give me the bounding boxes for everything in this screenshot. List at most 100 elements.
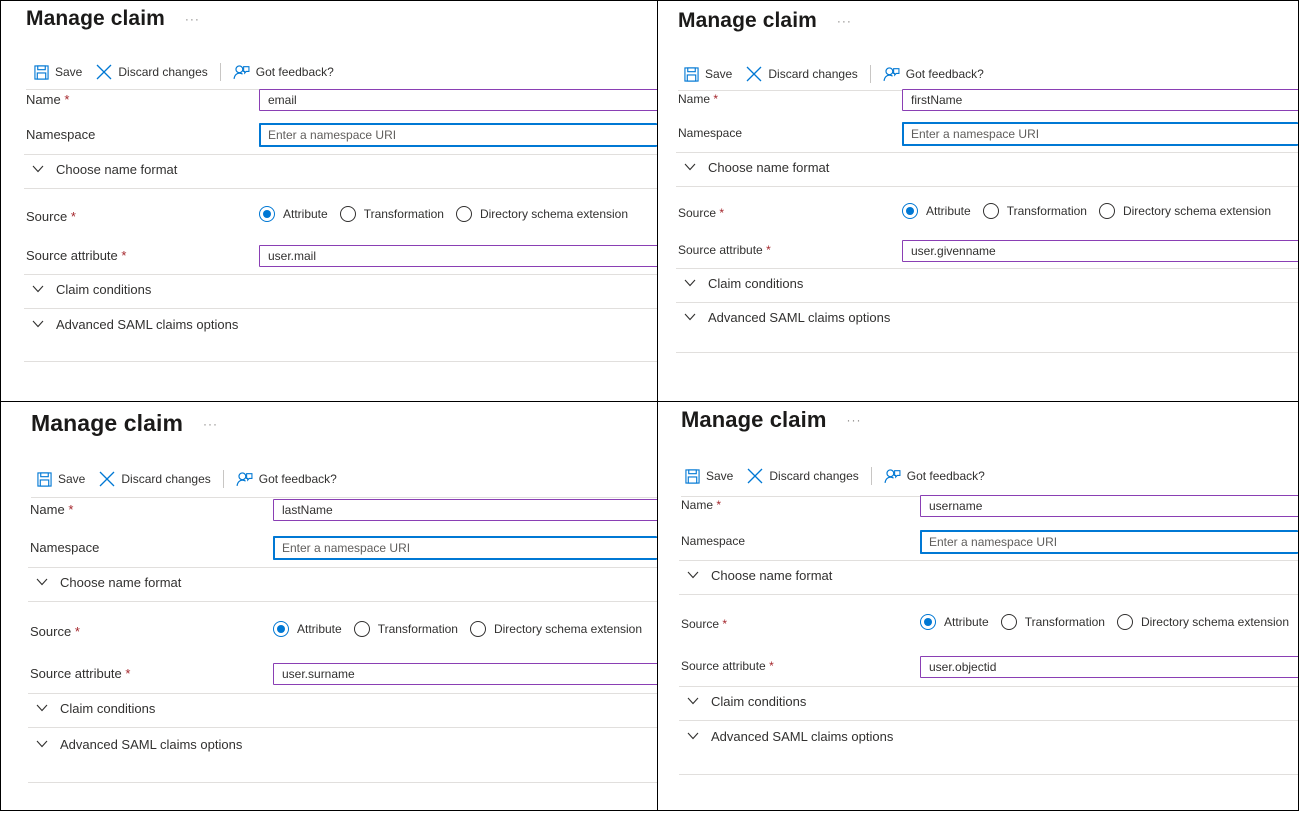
name-input[interactable]: username — [920, 495, 1298, 517]
radio-transformation[interactable]: Transformation — [982, 203, 1087, 219]
radio-directory-schema-extension[interactable]: Directory schema extension — [455, 206, 629, 222]
claim-conditions-toggle[interactable]: Claim conditions — [664, 276, 1298, 291]
discard-changes-button[interactable]: Discard changes — [96, 64, 208, 80]
manage-claim-panel-username: Manage claim ··· Save Discard changes Go… — [657, 401, 1299, 811]
radio-attribute[interactable]: Attribute — [920, 614, 989, 630]
advanced-saml-options-label: Advanced SAML claims options — [711, 729, 894, 744]
choose-name-format-toggle[interactable]: Choose name format — [12, 162, 657, 177]
save-button[interactable]: Save — [37, 471, 86, 487]
namespace-input[interactable]: Enter a namespace URI — [259, 123, 657, 147]
advanced-saml-options-toggle[interactable]: Advanced SAML claims options — [12, 317, 657, 332]
discard-changes-button[interactable]: Discard changes — [747, 468, 859, 484]
section-divider — [24, 308, 657, 309]
radio-transformation[interactable]: Transformation — [339, 206, 444, 222]
section-divider — [676, 152, 1298, 153]
radio-selected-icon — [273, 621, 289, 637]
discard-changes-button[interactable]: Discard changes — [99, 471, 211, 487]
source-radio-group: Attribute Transformation Directory schem… — [273, 621, 654, 637]
section-divider — [679, 774, 1298, 775]
namespace-label: Namespace — [681, 534, 746, 548]
name-label: Name * — [681, 498, 721, 512]
radio-directory-schema-extension[interactable]: Directory schema extension — [1098, 203, 1271, 219]
source-attribute-select[interactable]: user.objectid — [920, 656, 1298, 678]
choose-name-format-toggle[interactable]: Choose name format — [664, 160, 1298, 175]
source-attribute-label: Source attribute * — [678, 243, 771, 257]
radio-transformation[interactable]: Transformation — [1000, 614, 1105, 630]
radio-directory-schema-extension[interactable]: Directory schema extension — [469, 621, 643, 637]
radio-directory-schema-extension[interactable]: Directory schema extension — [1116, 614, 1289, 630]
radio-transformation-label: Transformation — [1006, 204, 1087, 218]
more-options-icon[interactable]: ··· — [185, 12, 200, 26]
required-marker: * — [125, 666, 131, 681]
radio-transformation[interactable]: Transformation — [353, 621, 458, 637]
name-input[interactable]: email — [259, 89, 657, 111]
namespace-input[interactable]: Enter a namespace URI — [902, 122, 1298, 146]
claim-conditions-toggle[interactable]: Claim conditions — [16, 701, 657, 716]
got-feedback-button[interactable]: Got feedback? — [883, 66, 984, 83]
manage-claim-panel-lastname: Manage claim ··· Save Discard changes Go… — [0, 401, 658, 811]
save-button[interactable]: Save — [685, 468, 733, 484]
chevron-down-icon — [32, 285, 46, 295]
radio-unselected-icon — [455, 206, 472, 222]
title-row: Manage claim ··· — [26, 7, 200, 31]
name-label-text: Name — [678, 92, 711, 106]
feedback-icon — [883, 66, 900, 83]
save-button[interactable]: Save — [34, 64, 82, 80]
claim-conditions-toggle[interactable]: Claim conditions — [667, 694, 1298, 709]
required-marker: * — [769, 659, 774, 673]
section-divider — [24, 274, 657, 275]
required-marker: * — [70, 209, 76, 224]
section-divider — [24, 361, 657, 362]
radio-attribute[interactable]: Attribute — [259, 206, 328, 222]
advanced-saml-options-toggle[interactable]: Advanced SAML claims options — [16, 737, 657, 752]
name-input[interactable]: lastName — [273, 499, 657, 521]
name-label: Name * — [30, 502, 73, 517]
claim-conditions-label: Claim conditions — [711, 694, 807, 709]
source-label: Source * — [30, 624, 80, 639]
source-attribute-label: Source attribute * — [681, 659, 774, 673]
radio-attribute[interactable]: Attribute — [902, 203, 971, 219]
discard-changes-button[interactable]: Discard changes — [746, 66, 858, 82]
claim-conditions-toggle[interactable]: Claim conditions — [12, 282, 657, 297]
radio-unselected-icon — [1116, 614, 1133, 630]
page-title: Manage claim — [678, 9, 817, 32]
more-options-icon[interactable]: ··· — [837, 14, 852, 28]
close-icon — [746, 66, 762, 82]
more-options-icon[interactable]: ··· — [203, 417, 218, 431]
advanced-saml-options-toggle[interactable]: Advanced SAML claims options — [667, 729, 1298, 744]
source-attribute-select[interactable]: user.mail — [259, 245, 657, 267]
required-marker: * — [74, 624, 80, 639]
choose-name-format-toggle[interactable]: Choose name format — [667, 568, 1298, 583]
namespace-input[interactable]: Enter a namespace URI — [920, 530, 1298, 554]
chevron-down-icon — [684, 163, 698, 173]
got-feedback-button[interactable]: Got feedback? — [233, 64, 334, 81]
more-options-icon[interactable]: ··· — [846, 413, 861, 427]
advanced-saml-options-toggle[interactable]: Advanced SAML claims options — [664, 310, 1298, 325]
namespace-input[interactable]: Enter a namespace URI — [273, 536, 657, 560]
name-input[interactable]: firstName — [902, 89, 1298, 111]
radio-attribute[interactable]: Attribute — [273, 621, 342, 637]
got-feedback-button[interactable]: Got feedback? — [236, 471, 337, 488]
namespace-label: Namespace — [30, 540, 100, 555]
source-label-text: Source — [30, 624, 72, 639]
chevron-down-icon — [36, 740, 50, 750]
radio-attribute-label: Attribute — [283, 207, 328, 221]
source-attribute-label-text: Source attribute — [30, 666, 122, 681]
source-radio-group: Attribute Transformation Directory schem… — [920, 614, 1298, 630]
name-input-value: username — [929, 499, 983, 513]
feedback-icon — [233, 64, 250, 81]
choose-name-format-toggle[interactable]: Choose name format — [16, 575, 657, 590]
save-label: Save — [58, 472, 86, 486]
got-feedback-button[interactable]: Got feedback? — [884, 468, 985, 485]
save-button[interactable]: Save — [684, 66, 733, 82]
radio-directory-label: Directory schema extension — [493, 622, 643, 636]
source-attribute-select[interactable]: user.surname — [273, 663, 657, 685]
required-marker: * — [719, 206, 725, 220]
chevron-down-icon — [684, 313, 698, 323]
radio-transformation-label: Transformation — [1024, 615, 1105, 629]
save-label: Save — [705, 67, 733, 81]
section-divider — [676, 268, 1298, 269]
radio-directory-label: Directory schema extension — [479, 207, 629, 221]
chevron-down-icon — [687, 571, 701, 581]
source-attribute-select[interactable]: user.givenname — [902, 240, 1298, 262]
